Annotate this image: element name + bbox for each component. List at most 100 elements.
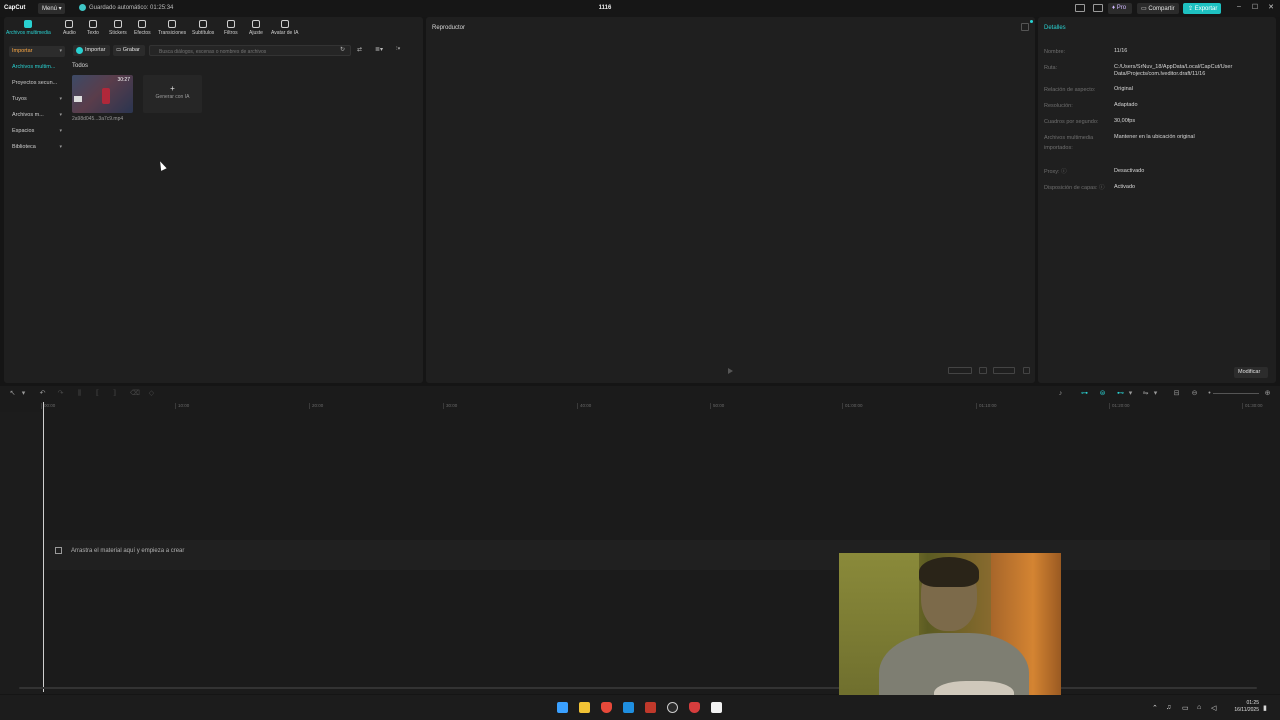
zoom-slider-thumb[interactable]: • <box>1206 390 1213 397</box>
ratio-button[interactable] <box>948 367 972 374</box>
sidebar-item-label: Archivos multim... <box>12 64 56 70</box>
chevron-down-icon[interactable]: ▾ <box>1127 390 1134 397</box>
obs-icon[interactable] <box>667 702 678 713</box>
windows-start-icon[interactable] <box>557 702 568 713</box>
media-clip-thumbnail[interactable]: 30:27 <box>72 75 133 113</box>
tool-media[interactable]: Archivos multimedia <box>6 17 51 36</box>
tool-adjust[interactable]: Ajuste <box>249 17 263 36</box>
generate-ai-label: Generar con IA <box>155 94 190 100</box>
chevron-down-icon[interactable]: ▾ <box>1152 390 1159 397</box>
main-track[interactable] <box>44 540 1270 570</box>
tool-ai-avatar[interactable]: Avatar de IA <box>271 17 298 36</box>
generate-ai-card[interactable]: + Generar con IA <box>143 75 202 113</box>
timeline-scrollbar[interactable] <box>19 687 1257 689</box>
detail-key: Nombre: <box>1044 49 1066 55</box>
quality-button[interactable] <box>993 367 1015 374</box>
tool-transitions[interactable]: Transiciones <box>158 17 186 36</box>
tool-label: Audio <box>63 30 76 36</box>
split-right-icon[interactable]: ⟧ <box>111 390 118 397</box>
magnet-icon[interactable]: ⊜ <box>1099 390 1106 397</box>
play-icon[interactable] <box>728 368 733 374</box>
playhead[interactable] <box>43 402 44 692</box>
sidebar-item-media-files[interactable]: Archivos multim... <box>9 62 65 73</box>
split-left-icon[interactable]: ⟦ <box>94 390 101 397</box>
brave-browser-icon[interactable] <box>689 702 700 713</box>
sidebar-item-yours[interactable]: Tuyos ▾ <box>9 94 65 105</box>
preview-axis-icon[interactable]: ⇋ <box>1142 390 1149 397</box>
refresh-icon[interactable]: ↻ <box>340 46 349 54</box>
minimize-button[interactable]: – <box>1233 3 1245 13</box>
select-tool-icon[interactable]: ↖ <box>9 390 16 397</box>
file-explorer-icon[interactable] <box>579 702 590 713</box>
zoom-out-icon[interactable]: ⊖ <box>1191 390 1198 397</box>
tool-stickers[interactable]: Stickers <box>109 17 127 36</box>
display-icon[interactable]: ▭ <box>1182 704 1189 712</box>
export-button[interactable]: ⇪ Exportar <box>1183 3 1221 14</box>
record-label: Grabar <box>122 47 140 53</box>
tool-filters[interactable]: Filtros <box>224 17 238 36</box>
microphone-icon[interactable]: ♪ <box>1057 390 1064 397</box>
chevron-up-icon[interactable]: ⌃ <box>1152 704 1158 712</box>
caption-icon[interactable]: ⊟ <box>1173 390 1180 397</box>
filter-icon[interactable]: ⫶▾ <box>396 46 405 54</box>
close-button[interactable]: ✕ <box>1265 3 1277 13</box>
detail-key: Relación de aspecto: <box>1044 87 1096 93</box>
sidebar-item-spaces[interactable]: Espacios ▾ <box>9 126 65 137</box>
tool-subtitles[interactable]: Subtítulos <box>192 17 214 36</box>
player-menu-icon[interactable] <box>1021 23 1029 31</box>
app-icon[interactable] <box>645 702 656 713</box>
detail-value: 11/16 <box>1114 48 1128 54</box>
search-input[interactable] <box>149 45 351 56</box>
maximize-button[interactable]: ☐ <box>1249 3 1261 13</box>
vscode-icon[interactable] <box>623 702 634 713</box>
timeline-toolbar: ↖ ▾ ↶ ↷ ⫼ ⟦ ⟧ ⌫ ◇ ♪ ⊶ ⊜ ⊷ ▾ ⇋ ▾ ⊟ ⊖ • ⊕ <box>0 386 1280 402</box>
volume-icon[interactable]: ◁ <box>1211 704 1216 712</box>
zoom-slider[interactable] <box>1213 393 1259 394</box>
pro-icon: ♦ <box>1112 5 1116 11</box>
crop-icon[interactable] <box>979 367 987 374</box>
tool-effects[interactable]: Efectos <box>134 17 151 36</box>
share-button[interactable]: ▭ Compartir <box>1137 3 1179 14</box>
keyboard-icon[interactable] <box>1093 4 1103 12</box>
sidebar-item-sub-projects[interactable]: Proyectos secun... <box>9 78 65 89</box>
sidebar-item-import[interactable]: Importar ▾ <box>9 46 65 57</box>
taskbar-clock[interactable]: 01:25 16/11/2025 <box>1227 700 1259 714</box>
record-button[interactable]: ▭ Grabar <box>113 45 145 56</box>
player-title: Reproductor <box>432 25 466 31</box>
chevron-down-icon: ▾ <box>59 144 62 150</box>
chevron-down-icon[interactable]: ▾ <box>20 390 27 397</box>
ruler-tick: 01:10:00 <box>976 403 997 409</box>
tool-text[interactable]: Texto <box>87 17 99 36</box>
share-icon: ▭ <box>1141 6 1147 12</box>
shield-icon[interactable]: ◇ <box>148 390 155 397</box>
capcut-taskbar-icon[interactable] <box>711 702 722 713</box>
tool-label: Efectos <box>134 30 151 36</box>
layout-icon[interactable] <box>1075 4 1085 12</box>
tool-label: Ajuste <box>249 30 263 36</box>
undo-icon[interactable]: ↶ <box>39 390 46 397</box>
redo-icon[interactable]: ↷ <box>57 390 64 397</box>
import-label: Importar <box>85 47 106 53</box>
modify-button[interactable]: Modificar <box>1234 367 1268 378</box>
delete-icon[interactable]: ⌫ <box>130 390 140 397</box>
import-button[interactable]: Importar <box>73 45 110 56</box>
clip-duration: 30:27 <box>117 77 130 83</box>
linkage-icon[interactable]: ⊷ <box>1117 390 1124 397</box>
split-icon[interactable]: ⫼ <box>76 390 83 397</box>
sort-icon[interactable]: ≣▾ <box>375 46 384 54</box>
sidebar-item-library[interactable]: Biblioteca ▾ <box>9 142 65 153</box>
network-icon[interactable]: ⌂ <box>1197 704 1201 711</box>
sidebar-item-media-archives[interactable]: Archivos m... ▾ <box>9 110 65 121</box>
adjust-icon <box>251 20 260 28</box>
speaker-icon[interactable]: ♫ <box>1166 704 1171 711</box>
filter-all-label[interactable]: Todos <box>72 63 88 69</box>
zoom-in-icon[interactable]: ⊕ <box>1264 390 1271 397</box>
fullscreen-icon[interactable] <box>1023 367 1030 374</box>
brave-browser-icon[interactable] <box>601 702 612 713</box>
tool-label: Stickers <box>109 30 127 36</box>
tool-audio[interactable]: Audio <box>63 17 76 36</box>
pro-button[interactable]: ♦ Pro <box>1108 3 1132 14</box>
view-toggle-icon[interactable]: ⇄ <box>357 46 366 54</box>
notification-icon[interactable]: ▮ <box>1263 704 1267 712</box>
link-main-track-icon[interactable]: ⊶ <box>1081 390 1088 397</box>
